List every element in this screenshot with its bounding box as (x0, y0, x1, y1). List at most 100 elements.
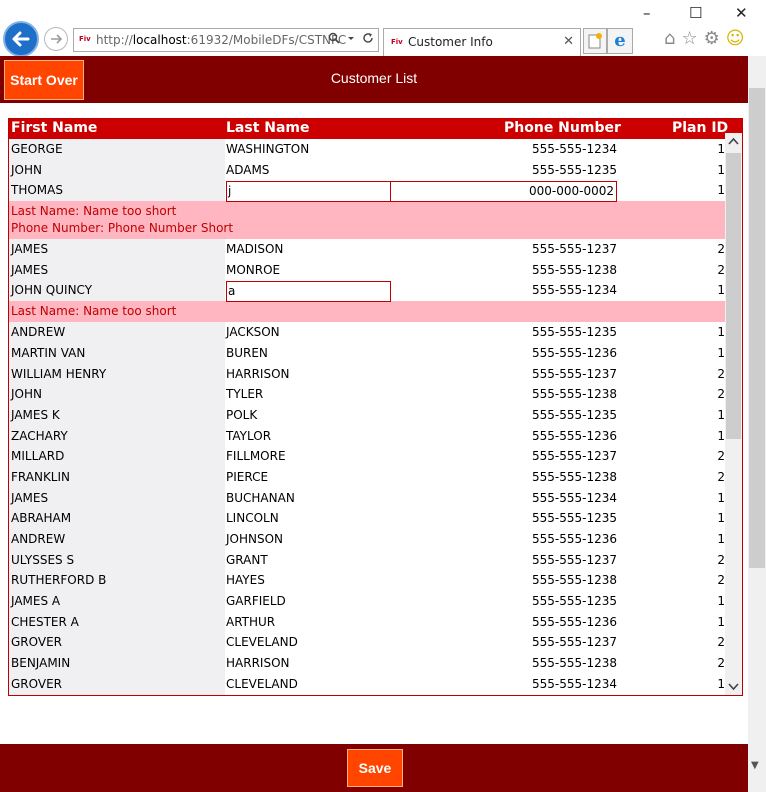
plan-id-cell: 2 (717, 635, 725, 650)
table-row[interactable]: MILLARD FILLMORE 555-555-1237 2 (9, 446, 725, 467)
first-name-cell: JAMES (9, 239, 225, 260)
plan-id-cell: 1 (717, 490, 725, 505)
plan-id-cell: 2 (717, 552, 725, 567)
smiley-feedback-icon[interactable]: ☺ (726, 28, 751, 49)
phone-number-cell: 555-555-1237 (531, 552, 617, 567)
settings-gear-icon[interactable]: ⚙ (704, 28, 726, 49)
phone-number-cell: 555-555-1238 (531, 469, 617, 484)
first-name-cell: FRANKLIN (9, 466, 225, 488)
home-icon[interactable]: ⌂ (664, 28, 681, 49)
column-header-phone[interactable]: Phone Number (504, 119, 621, 138)
edge-icon[interactable]: e (607, 28, 633, 54)
phone-number-cell: 555-555-1235 (531, 594, 617, 609)
plan-id-cell: 2 (717, 656, 725, 671)
table-row[interactable]: JOHN TYLER 555-555-1238 2 (9, 384, 725, 405)
table-row[interactable]: ANDREW JOHNSON 555-555-1236 1 (9, 529, 725, 550)
table-row[interactable]: RUTHERFORD B HAYES 555-555-1238 2 (9, 570, 725, 592)
site-favicon-icon: Fiv (79, 35, 91, 43)
table-row[interactable]: JAMES MADISON 555-555-1237 2 (9, 239, 725, 260)
table-row[interactable]: FRANKLIN PIERCE 555-555-1238 2 (9, 466, 725, 488)
refresh-icon[interactable] (362, 32, 374, 44)
first-name-cell: RUTHERFORD B (9, 570, 225, 592)
tab-close-icon[interactable]: ✕ (563, 29, 574, 55)
grid-header: First Name Last Name Phone Number Plan I… (9, 119, 742, 139)
dropdown-arrow-icon[interactable] (347, 32, 355, 44)
save-button[interactable]: Save (347, 749, 403, 787)
grid-scroll-down-icon[interactable] (727, 679, 740, 693)
last-name-cell: MONROE (226, 262, 281, 277)
validation-error-block: Last Name: Name too short (9, 301, 725, 323)
table-row[interactable]: MARTIN VAN BUREN 555-555-1236 1 (9, 342, 725, 364)
back-button[interactable] (3, 21, 39, 57)
column-header-last-name[interactable]: Last Name (226, 119, 310, 138)
plan-id-cell: 2 (717, 366, 725, 381)
table-row[interactable]: JAMES MONROE 555-555-1238 2 (9, 259, 725, 281)
forward-button[interactable] (44, 27, 68, 51)
table-row[interactable]: CHESTER A ARTHUR 555-555-1236 1 (9, 611, 725, 633)
plan-id-cell: 1 (717, 594, 725, 609)
search-icon[interactable] (328, 32, 340, 44)
phone-number-cell: 555-555-1234 (531, 676, 617, 691)
maximize-button[interactable]: ☐ (689, 4, 702, 22)
address-path: :61932/MobileDFs/CSTNFC (186, 33, 347, 47)
phone-number-cell: 555-555-1236 (531, 532, 617, 546)
plan-id-cell: 1 (717, 407, 725, 422)
page-scrollbar[interactable]: ▲ ▼ (748, 56, 766, 792)
first-name-cell: ABRAHAM (9, 508, 225, 529)
plan-id-cell: 2 (717, 573, 725, 588)
table-row[interactable]: GROVER CLEVELAND 555-555-1237 2 (9, 632, 725, 654)
phone-number-cell: 555-555-1235 (531, 407, 617, 422)
first-name-cell: ZACHARY (9, 425, 225, 447)
address-bar[interactable]: Fiv http://localhost:61932/MobileDFs/CST… (73, 28, 379, 52)
table-row[interactable]: JOHN ADAMS 555-555-1235 1 (9, 159, 725, 181)
table-row[interactable]: ZACHARY TAYLOR 555-555-1236 1 (9, 425, 725, 447)
column-header-plan-id[interactable]: Plan ID (672, 119, 728, 138)
grid-scroll-up-icon[interactable] (727, 135, 740, 149)
phone-number-cell: 555-555-1235 (531, 511, 617, 526)
last-name-cell: TYLER (226, 387, 264, 402)
table-row[interactable]: JOHN QUINCY a 555-555-1234 1 (9, 280, 725, 303)
plan-id-cell: 2 (717, 262, 725, 277)
table-row[interactable]: ULYSSES S GRANT 555-555-1237 2 (9, 549, 725, 571)
last-name-input[interactable]: j (226, 181, 391, 203)
phone-number-cell: 555-555-1235 (531, 325, 617, 340)
last-name-cell: BUCHANAN (226, 490, 295, 505)
table-row[interactable]: JAMES BUCHANAN 555-555-1234 1 (9, 487, 725, 509)
plan-id-cell: 2 (717, 469, 725, 484)
tab-customer-info[interactable]: Fiv Customer Info ✕ (383, 28, 581, 56)
first-name-cell: MILLARD (9, 446, 225, 467)
last-name-cell: ARTHUR (226, 614, 276, 629)
favorites-star-icon[interactable]: ☆ (681, 28, 703, 49)
minimize-button[interactable]: – (643, 4, 651, 22)
table-row[interactable]: ABRAHAM LINCOLN 555-555-1235 1 (9, 508, 725, 529)
close-window-button[interactable]: ✕ (735, 4, 748, 22)
table-row[interactable]: BENJAMIN HARRISON 555-555-1238 2 (9, 653, 725, 674)
validation-error-message: Last Name: Name too short (11, 304, 177, 319)
phone-number-input[interactable]: 000-000-0002 (390, 181, 617, 203)
new-tab-button[interactable] (583, 28, 607, 54)
last-name-cell: PIERCE (226, 469, 269, 484)
table-row[interactable]: GEORGE WASHINGTON 555-555-1234 1 (9, 139, 725, 160)
last-name-cell: ADAMS (226, 162, 270, 177)
plan-id-cell: 1 (717, 162, 725, 177)
grid-scrollbar[interactable] (725, 133, 742, 695)
table-row[interactable]: JAMES A GARFIELD 555-555-1235 1 (9, 591, 725, 612)
table-row[interactable]: GROVER CLEVELAND 555-555-1234 1 (9, 673, 725, 695)
page-scroll-thumb[interactable] (749, 88, 765, 568)
app-footer: Save (0, 744, 748, 792)
plan-id-cell: 2 (717, 449, 725, 464)
table-row[interactable]: THOMAS j 000-000-0002 1 (9, 180, 725, 203)
grid-scroll-thumb[interactable] (726, 153, 741, 439)
tab-favicon-icon: Fiv (391, 38, 403, 46)
plan-id-cell: 1 (717, 428, 725, 443)
column-header-first-name[interactable]: First Name (11, 119, 97, 138)
table-row[interactable]: JAMES K POLK 555-555-1235 1 (9, 404, 725, 426)
phone-number-cell: 555-555-1238 (531, 387, 617, 402)
phone-number-cell: 555-555-1236 (531, 614, 617, 629)
table-row[interactable]: ANDREW JACKSON 555-555-1235 1 (9, 322, 725, 343)
table-row[interactable]: WILLIAM HENRY HARRISON 555-555-1237 2 (9, 363, 725, 385)
page-scroll-down-icon[interactable]: ▼ (751, 760, 759, 771)
last-name-input[interactable]: a (226, 281, 391, 303)
plan-id-cell: 1 (717, 614, 725, 629)
first-name-cell: JOHN QUINCY (9, 280, 225, 302)
